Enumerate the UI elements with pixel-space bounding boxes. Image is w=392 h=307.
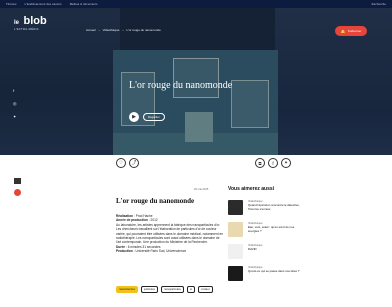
breadcrumb-videotheque[interactable]: Vidéothèque — [103, 28, 120, 32]
related-thumbnail[interactable] — [228, 200, 243, 215]
link-icon[interactable]: ⧉ — [255, 158, 265, 168]
bookmark-icon[interactable] — [14, 178, 21, 184]
watch-button[interactable]: Regarder — [143, 113, 165, 121]
left-tools — [14, 178, 21, 196]
related-thumbnail[interactable] — [228, 222, 243, 237]
related-card[interactable]: Vidéothèque Eau, vent, soleil : qu'en es… — [228, 222, 303, 237]
related-card-body: Vidéothèque Eau, vent, soleil : qu'en es… — [248, 222, 303, 233]
realisation-value: Prod Hache — [135, 214, 153, 218]
related-thumbnail[interactable] — [228, 266, 243, 281]
social-links: f ◎ ✦ — [13, 88, 17, 119]
related-thumbnail[interactable] — [228, 244, 243, 259]
tag[interactable]: or — [186, 286, 196, 293]
annee-label: Année de production — [116, 218, 148, 223]
twitter-icon[interactable]: ✦ — [13, 114, 17, 119]
video-title: L'or rouge du nanomonde — [116, 197, 195, 205]
logo-blob: blob — [23, 15, 47, 27]
related-card-body: Vidéothèque Qu'est-ce qui se passe dans … — [248, 266, 299, 274]
breadcrumb-current: L'or rouge du nanomonde — [126, 28, 161, 32]
breadcrumb-separator: › — [122, 28, 124, 32]
breadcrumb-home[interactable]: Accueil — [86, 28, 96, 32]
publication-date: 20 mai 2015 — [194, 188, 209, 191]
instagram-icon[interactable]: ◎ — [13, 101, 17, 106]
realisation-label: Réalisation — [116, 214, 134, 218]
duree-value: 6 minutes 31 secondes — [127, 244, 161, 249]
duree-label: Durée — [116, 244, 126, 249]
logo-le: le — [14, 20, 20, 26]
share-icon[interactable]: ⤴ — [129, 158, 139, 168]
related-card[interactable]: Vidéothèque DAVID — [228, 244, 303, 259]
tag[interactable]: nanoparticules — [160, 286, 184, 293]
facebook-share-icon[interactable]: f — [268, 158, 278, 168]
hero-title: L'or rouge du nanomonde — [129, 80, 233, 91]
related-card-body: Vidéothèque DAVID — [248, 244, 263, 252]
facebook-icon[interactable]: f — [13, 88, 17, 93]
logo-subtitle: L'EXTRA-MÉDIA — [14, 28, 39, 31]
top-navigation-bar: Thèmes L'établissement des savoirs Média… — [0, 0, 392, 8]
related-card[interactable]: Vidéothèque Qu'est-ce qui se passe dans … — [228, 266, 303, 281]
video-description: Au laboratoire, les artistes apprennent … — [116, 222, 224, 245]
topbar-link-themes[interactable]: Thèmes — [6, 3, 17, 6]
related-title[interactable]: Quand l'épicurien rencontre le détective… — [248, 203, 303, 211]
breadcrumb-separator: › — [98, 28, 100, 32]
tag[interactable]: particules — [140, 286, 158, 293]
video-details: Réalisation : Prod Hache Année de produc… — [116, 214, 224, 254]
related-title[interactable]: DAVID — [248, 247, 263, 252]
related-card-body: Vidéothèque Quand l'épicurien rencontre … — [248, 200, 303, 211]
related-heading: Vous aimerez aussi — [228, 186, 275, 192]
production-value: Université Paris Sud, Universcience — [135, 249, 187, 254]
tag[interactable]: couleur — [198, 286, 213, 293]
production-row: Production : Université Paris Sud, Unive… — [116, 249, 187, 254]
topbar-link-savoirs[interactable]: L'établissement des savoirs — [25, 3, 62, 6]
play-icon[interactable]: ▶ — [129, 112, 139, 122]
production-label: Production — [116, 249, 133, 254]
tag[interactable]: nanosciences — [116, 286, 138, 293]
topbar-search-link[interactable]: Recherche — [372, 3, 386, 6]
subscribe-label: S'abonner — [347, 29, 362, 33]
like-icon[interactable]: ♡ — [116, 158, 126, 168]
related-card[interactable]: Vidéothèque Quand l'épicurien rencontre … — [228, 200, 303, 215]
tag-list: nanosciences particules nanoparticules o… — [116, 286, 213, 293]
site-logo[interactable]: le blob L'EXTRA-MÉDIA — [14, 12, 47, 32]
breadcrumb: Accueil › Vidéothèque › L'or rouge du na… — [86, 28, 161, 32]
twitter-share-icon[interactable]: ✦ — [281, 158, 291, 168]
action-bar: ♡ ⤴ ⧉ f ✦ — [116, 158, 294, 168]
notification-icon[interactable] — [14, 189, 21, 196]
related-title[interactable]: Qu'est-ce qui se passe dans nos têtes ? — [248, 269, 299, 274]
annee-value: 2012 — [150, 218, 158, 223]
related-title[interactable]: Eau, vent, soleil : qu'en est-il de nos … — [248, 225, 303, 233]
play-control[interactable]: ▶ Regarder — [129, 112, 165, 122]
topbar-link-medias[interactable]: Médias & documents — [70, 3, 98, 6]
bell-icon: 🔔 — [340, 28, 346, 34]
subscribe-button[interactable]: 🔔 S'abonner — [335, 26, 367, 36]
related-videos: Vous aimerez aussi Vidéothèque Quand l'é… — [228, 186, 303, 288]
